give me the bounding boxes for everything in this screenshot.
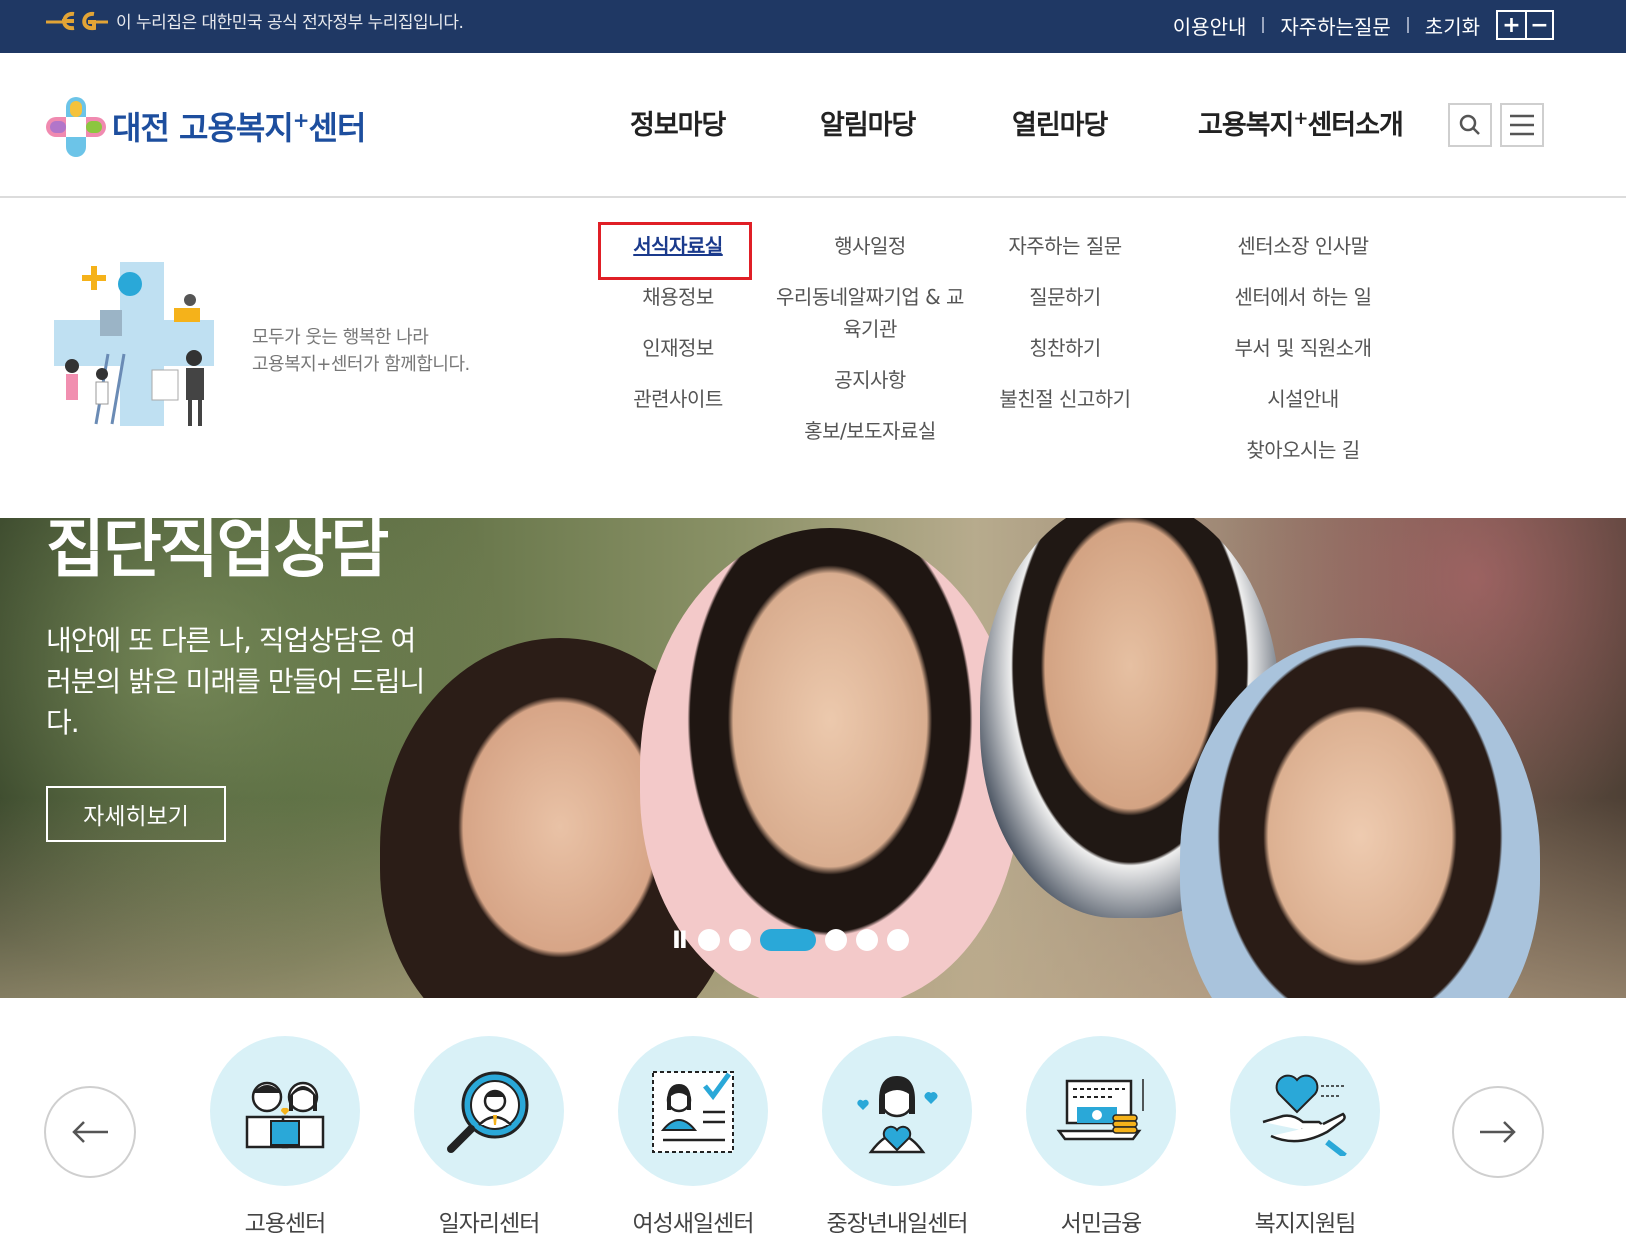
nav-about[interactable]: 고용복지+센터소개 [1198,103,1404,142]
quick-item-circle [822,1036,972,1186]
quick-item-circle [618,1036,768,1186]
utility-links: 이용안내 자주하는질문 초기화 + − [1173,10,1554,40]
nav-open[interactable]: 열린마당 [1012,103,1108,142]
couple-icon [245,1081,325,1149]
submenu-press[interactable]: 홍보/보도자료실 [770,415,970,447]
quick-item-circle [210,1036,360,1186]
submenu-ask[interactable]: 질문하기 [980,281,1150,313]
logo-name: 대전 고용복지 [112,109,294,147]
quick-item-circle [414,1036,564,1186]
nav-about-plus: + [1293,108,1308,129]
slide-dot[interactable] [887,929,909,951]
submenu-notice: 행사일정 우리동네알짜기업 & 교육기관 공지사항 홍보/보도자료실 [770,230,970,466]
submenu-related-sites[interactable]: 관련사이트 [598,383,758,415]
quick-item-circle [1230,1036,1380,1186]
hero-banner: 집단직업상담 내안에 또 다른 나, 직업상담은 여러분의 밝은 미래를 만들어… [0,518,1626,998]
quick-item-welfare-team[interactable]: 복지지원팀 [1230,1036,1380,1238]
hero-more-button[interactable]: 자세히보기 [46,786,226,842]
arrow-right-icon [1480,1121,1516,1143]
zoom-out-button[interactable]: − [1525,12,1552,38]
egov-logo-icon [46,11,108,31]
gov-banner: 이 누리집은 대한민국 공식 전자정부 누리집입니다. 이용안내 자주하는질문 … [0,0,1626,53]
slide-dot[interactable] [729,929,751,951]
divider [1262,17,1265,33]
submenu-announcements[interactable]: 공지사항 [770,364,970,396]
submenu-complaint[interactable]: 불친절 신고하기 [980,383,1150,415]
submenu-about: 센터소장 인사말 센터에서 하는 일 부서 및 직원소개 시설안내 찾아오시는 … [1190,230,1416,485]
zoom-controls: + − [1496,10,1554,40]
plus-people-illustration-icon [54,262,214,426]
quick-item-label: 고용센터 [244,1211,327,1237]
link-guide[interactable]: 이용안내 [1173,11,1247,40]
zoom-in-button[interactable]: + [1498,12,1525,38]
slogan-line-1: 모두가 웃는 행복한 나라 [252,327,429,348]
nav-about-suffix: 센터소개 [1307,110,1403,141]
link-reset[interactable]: 초기화 [1425,11,1480,40]
submenu-talent[interactable]: 인재정보 [598,332,758,364]
logo-cross-icon[interactable] [44,95,108,159]
quick-links: 고용센터 일자리센터 여성새일센터 중장년내일센터 서민금융 복지지원팀 [0,998,1626,1248]
quick-item-middle-age-center[interactable]: 중장년내일센터 [822,1036,972,1238]
active-item-highlight [598,222,752,280]
submenu-local-companies[interactable]: 우리동네알짜기업 & 교육기관 [770,281,970,345]
submenu-services[interactable]: 센터에서 하는 일 [1190,281,1416,313]
submenu-open: 자주하는 질문 질문하기 칭찬하기 불친절 신고하기 [980,230,1150,434]
submenu-praise[interactable]: 칭찬하기 [980,332,1150,364]
pause-button[interactable]: II [672,926,698,954]
divider [1406,17,1409,33]
submenu-greeting[interactable]: 센터소장 인사말 [1190,230,1416,262]
mega-menu: 모두가 웃는 행복한 나라 고용복지+센터가 함께합니다. 서식자료실 채용정보… [0,200,1626,518]
slide-dot[interactable] [698,929,720,951]
quick-item-label: 여성새일센터 [632,1211,755,1237]
quick-item-label: 일자리센터 [438,1211,541,1237]
quick-item-label: 서민금융 [1060,1211,1143,1237]
nav-notice[interactable]: 알림마당 [820,103,916,142]
slide-pager: II [672,926,918,954]
logo-suffix: 센터 [308,109,367,147]
woman-resume-icon [652,1071,734,1153]
submenu-staff[interactable]: 부서 및 직원소개 [1190,332,1416,364]
quick-item-microfinance[interactable]: 서민금융 [1026,1036,1176,1238]
hand-heart-icon [1262,1074,1347,1156]
hero-title: 집단직업상담 [46,518,389,587]
submenu-events[interactable]: 행사일정 [770,230,970,262]
next-button[interactable] [1452,1086,1544,1178]
quick-item-employment-center[interactable]: 고용센터 [210,1036,360,1238]
quick-item-label: 중장년내일센터 [826,1211,968,1237]
hamburger-icon [1510,114,1534,136]
nav-info[interactable]: 정보마당 [630,103,726,142]
site-logo-text[interactable]: 대전 고용복지+센터 [112,103,367,149]
prev-button[interactable] [44,1086,136,1178]
nav-about-label: 고용복지 [1198,110,1294,141]
quick-item-label: 복지지원팀 [1254,1211,1357,1237]
woman-hearts-icon [857,1076,938,1154]
slogan: 모두가 웃는 행복한 나라 고용복지+센터가 함께합니다. [252,324,470,378]
logo-plus: + [292,108,310,132]
link-faq[interactable]: 자주하는질문 [1280,11,1390,40]
submenu-jobs[interactable]: 채용정보 [598,281,758,313]
arrow-left-icon [72,1121,108,1143]
quick-item-circle [1026,1036,1176,1186]
quick-item-women-center[interactable]: 여성새일센터 [618,1036,768,1238]
search-button[interactable] [1448,103,1492,147]
quick-item-job-center[interactable]: 일자리센터 [414,1036,564,1238]
submenu-facilities[interactable]: 시설안내 [1190,383,1416,415]
coins-laptop-icon [1056,1079,1144,1141]
hero-description: 내안에 또 다른 나, 직업상담은 여러분의 밝은 미래를 만들어 드립니다. [46,624,425,739]
menu-button[interactable] [1500,103,1544,147]
submenu-faq[interactable]: 자주하는 질문 [980,230,1150,262]
slide-dot-active[interactable] [760,929,816,951]
gov-notice: 이 누리집은 대한민국 공식 전자정부 누리집입니다. [116,13,464,33]
site-header: 대전 고용복지+센터 정보마당 알림마당 열린마당 고용복지+센터소개 [0,53,1626,198]
slide-dot[interactable] [825,929,847,951]
magnifier-person-icon [447,1071,529,1153]
submenu-directions[interactable]: 찾아오시는 길 [1190,434,1416,466]
slide-dot[interactable] [856,929,878,951]
slogan-line-2: 고용복지+센터가 함께합니다. [252,354,470,375]
search-icon [1459,114,1480,135]
